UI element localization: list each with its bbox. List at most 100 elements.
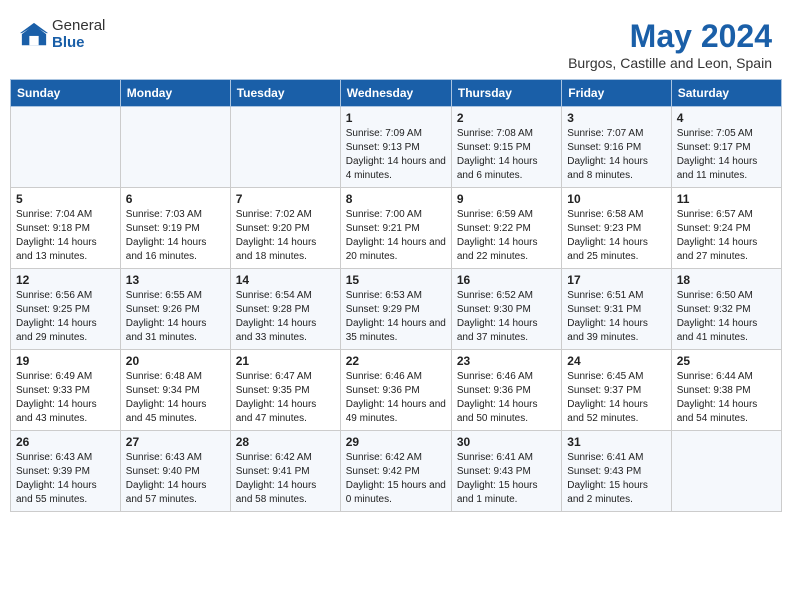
- day-number: 31: [567, 435, 665, 449]
- day-number: 21: [236, 354, 335, 368]
- logo-blue-text: Blue: [52, 35, 105, 52]
- logo: General Blue: [20, 18, 105, 51]
- calendar-cell: 3 Sunrise: 7:07 AMSunset: 9:16 PMDaylight…: [562, 107, 671, 188]
- day-number: 9: [457, 192, 556, 206]
- calendar-cell: [11, 107, 121, 188]
- calendar-cell: 14Sunrise: 6:54 AMSunset: 9:28 PMDayligh…: [230, 269, 340, 350]
- day-number: 15: [346, 273, 446, 287]
- weekday-header-friday: Friday: [562, 80, 671, 107]
- calendar-cell: [230, 107, 340, 188]
- day-number: 22: [346, 354, 446, 368]
- day-number: 13: [126, 273, 225, 287]
- calendar-cell: 28 Sunrise: 6:42 AMSunset: 9:41 PMDayligh…: [230, 431, 340, 512]
- day-info: Sunrise: 6:45 AMSunset: 9:37 PMDaylight:…: [567, 370, 665, 426]
- calendar-cell: 13 Sunrise: 6:55 AMSunset: 9:26 PMDayligh…: [120, 269, 230, 350]
- day-info: Sunrise: 7:00 AMSunset: 9:21 PMDaylight:…: [346, 208, 446, 264]
- calendar-cell: 19 Sunrise: 6:49 AMSunset: 9:33 PMDayligh…: [11, 350, 121, 431]
- day-info: Sunrise: 6:58 AMSunset: 9:23 PMDaylight:…: [567, 208, 665, 264]
- day-number: 18: [677, 273, 776, 287]
- day-number: 11: [677, 192, 776, 206]
- calendar-cell: 2 Sunrise: 7:08 AMSunset: 9:15 PMDaylight…: [451, 107, 561, 188]
- calendar-cell: [671, 431, 781, 512]
- calendar-cell: 22 Sunrise: 6:46 AMSunset: 9:36 PMDayligh…: [340, 350, 451, 431]
- day-info: Sunrise: 6:46 AMSunset: 9:36 PMDaylight:…: [346, 370, 446, 426]
- day-number: 29: [346, 435, 446, 449]
- day-info: Sunrise: 6:43 AMSunset: 9:40 PMDaylight:…: [126, 451, 225, 507]
- day-number: 7: [236, 192, 335, 206]
- calendar-cell: 30 Sunrise: 6:41 AMSunset: 9:43 PMDayligh…: [451, 431, 561, 512]
- calendar-cell: 21Sunrise: 6:47 AMSunset: 9:35 PMDayligh…: [230, 350, 340, 431]
- day-number: 26: [16, 435, 115, 449]
- calendar-cell: 29 Sunrise: 6:42 AMSunset: 9:42 PMDayligh…: [340, 431, 451, 512]
- calendar-cell: 27 Sunrise: 6:43 AMSunset: 9:40 PMDayligh…: [120, 431, 230, 512]
- day-number: 23: [457, 354, 556, 368]
- day-info: Sunrise: 6:41 AMSunset: 9:43 PMDaylight:…: [457, 451, 556, 507]
- day-number: 5: [16, 192, 115, 206]
- day-info: Sunrise: 6:55 AMSunset: 9:26 PMDaylight:…: [126, 289, 225, 345]
- day-info: Sunrise: 6:50 AMSunset: 9:32 PMDaylight:…: [677, 289, 776, 345]
- calendar-table: SundayMondayTuesdayWednesdayThursdayFrid…: [10, 79, 782, 512]
- calendar-cell: 18 Sunrise: 6:50 AMSunset: 9:32 PMDayligh…: [671, 269, 781, 350]
- day-info: Sunrise: 7:08 AMSunset: 9:15 PMDaylight:…: [457, 127, 556, 183]
- day-number: 12: [16, 273, 115, 287]
- day-info: Sunrise: 6:49 AMSunset: 9:33 PMDaylight:…: [16, 370, 115, 426]
- day-number: 4: [677, 111, 776, 125]
- day-number: 1: [346, 111, 446, 125]
- day-number: 27: [126, 435, 225, 449]
- weekday-header-wednesday: Wednesday: [340, 80, 451, 107]
- day-info: Sunrise: 6:51 AMSunset: 9:31 PMDaylight:…: [567, 289, 665, 345]
- calendar-cell: 5 Sunrise: 7:04 AMSunset: 9:18 PMDaylight…: [11, 188, 121, 269]
- calendar-title: May 2024: [568, 18, 772, 55]
- day-number: 8: [346, 192, 446, 206]
- day-info: Sunrise: 6:52 AMSunset: 9:30 PMDaylight:…: [457, 289, 556, 345]
- day-number: 24: [567, 354, 665, 368]
- day-number: 2: [457, 111, 556, 125]
- day-info: Sunrise: 7:02 AMSunset: 9:20 PMDaylight:…: [236, 208, 335, 264]
- day-number: 28: [236, 435, 335, 449]
- day-info: Sunrise: 6:42 AMSunset: 9:41 PMDaylight:…: [236, 451, 335, 507]
- day-number: 3: [567, 111, 665, 125]
- calendar-cell: [120, 107, 230, 188]
- calendar-cell: 15 Sunrise: 6:53 AMSunset: 9:29 PMDayligh…: [340, 269, 451, 350]
- day-info: Sunrise: 7:07 AMSunset: 9:16 PMDaylight:…: [567, 127, 665, 183]
- calendar-week-1: 1Sunrise: 7:09 AMSunset: 9:13 PMDaylight…: [11, 107, 782, 188]
- day-info: Sunrise: 6:43 AMSunset: 9:39 PMDaylight:…: [16, 451, 115, 507]
- calendar-cell: 9 Sunrise: 6:59 AMSunset: 9:22 PMDaylight…: [451, 188, 561, 269]
- day-info: Sunrise: 6:56 AMSunset: 9:25 PMDaylight:…: [16, 289, 115, 345]
- weekday-header-row: SundayMondayTuesdayWednesdayThursdayFrid…: [11, 80, 782, 107]
- day-info: Sunrise: 6:48 AMSunset: 9:34 PMDaylight:…: [126, 370, 225, 426]
- calendar-week-3: 12 Sunrise: 6:56 AMSunset: 9:25 PMDayligh…: [11, 269, 782, 350]
- day-info: Sunrise: 6:59 AMSunset: 9:22 PMDaylight:…: [457, 208, 556, 264]
- day-info: Sunrise: 6:54 AMSunset: 9:28 PMDaylight:…: [236, 289, 335, 345]
- calendar-week-5: 26 Sunrise: 6:43 AMSunset: 9:39 PMDayligh…: [11, 431, 782, 512]
- day-info: Sunrise: 6:46 AMSunset: 9:36 PMDaylight:…: [457, 370, 556, 426]
- day-number: 20: [126, 354, 225, 368]
- day-info: Sunrise: 7:05 AMSunset: 9:17 PMDaylight:…: [677, 127, 776, 183]
- logo-text: General Blue: [52, 18, 105, 51]
- calendar-cell: 7 Sunrise: 7:02 AMSunset: 9:20 PMDaylight…: [230, 188, 340, 269]
- calendar-cell: 12 Sunrise: 6:56 AMSunset: 9:25 PMDayligh…: [11, 269, 121, 350]
- calendar-cell: 8 Sunrise: 7:00 AMSunset: 9:21 PMDaylight…: [340, 188, 451, 269]
- calendar-cell: 4 Sunrise: 7:05 AMSunset: 9:17 PMDaylight…: [671, 107, 781, 188]
- day-info: Sunrise: 6:42 AMSunset: 9:42 PMDaylight:…: [346, 451, 446, 507]
- calendar-cell: 1Sunrise: 7:09 AMSunset: 9:13 PMDaylight…: [340, 107, 451, 188]
- day-info: Sunrise: 7:04 AMSunset: 9:18 PMDaylight:…: [16, 208, 115, 264]
- weekday-header-monday: Monday: [120, 80, 230, 107]
- calendar-cell: 10 Sunrise: 6:58 AMSunset: 9:23 PMDayligh…: [562, 188, 671, 269]
- day-number: 19: [16, 354, 115, 368]
- weekday-header-saturday: Saturday: [671, 80, 781, 107]
- day-info: Sunrise: 6:41 AMSunset: 9:43 PMDaylight:…: [567, 451, 665, 507]
- day-number: 6: [126, 192, 225, 206]
- day-info: Sunrise: 6:44 AMSunset: 9:38 PMDaylight:…: [677, 370, 776, 426]
- day-number: 10: [567, 192, 665, 206]
- day-info: Sunrise: 6:57 AMSunset: 9:24 PMDaylight:…: [677, 208, 776, 264]
- day-info: Sunrise: 6:53 AMSunset: 9:29 PMDaylight:…: [346, 289, 446, 345]
- weekday-header-sunday: Sunday: [11, 80, 121, 107]
- day-number: 30: [457, 435, 556, 449]
- title-block: May 2024 Burgos, Castille and Leon, Spai…: [568, 18, 772, 71]
- day-number: 17: [567, 273, 665, 287]
- calendar-cell: 17 Sunrise: 6:51 AMSunset: 9:31 PMDayligh…: [562, 269, 671, 350]
- calendar-cell: 26 Sunrise: 6:43 AMSunset: 9:39 PMDayligh…: [11, 431, 121, 512]
- calendar-week-2: 5 Sunrise: 7:04 AMSunset: 9:18 PMDaylight…: [11, 188, 782, 269]
- day-info: Sunrise: 7:03 AMSunset: 9:19 PMDaylight:…: [126, 208, 225, 264]
